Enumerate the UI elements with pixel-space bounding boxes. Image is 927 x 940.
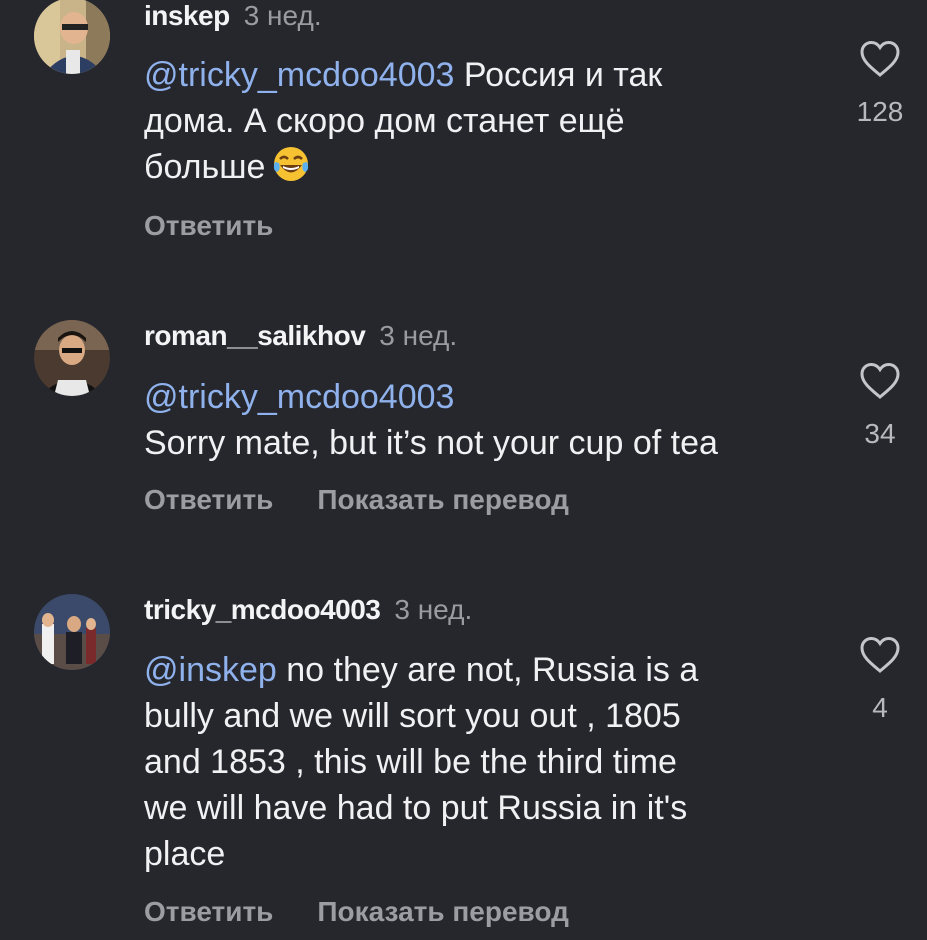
mention-link[interactable]: @inskep <box>144 651 277 689</box>
comment-line: Sorry mate, but it’s not your cup of tea <box>144 424 718 462</box>
like-count: 128 <box>856 96 904 127</box>
comment-line: дома. А скоро дом станет ещё <box>144 102 625 140</box>
comment-line: and 1853 , this will be the third time <box>144 743 677 781</box>
username[interactable]: roman__salikhov <box>144 320 366 351</box>
comment-line: we will have had to put Russia in it's <box>144 789 688 827</box>
comment-header: tricky_mcdoo4003 3 нед. <box>144 594 472 626</box>
comment-actions: Ответить Показать перевод <box>144 896 569 928</box>
show-translation-button[interactable]: Показать перевод <box>317 484 569 515</box>
like-count: 4 <box>872 692 888 723</box>
heart-icon[interactable] <box>859 362 901 400</box>
comment-text: @inskep no they are not, Russia is a bul… <box>144 647 824 877</box>
mention-link[interactable]: @tricky_mcdoo4003 <box>144 56 454 94</box>
comment-header: inskep 3 нед. <box>144 0 322 32</box>
comment-line: no they are not, Russia is a <box>286 651 699 689</box>
comment-header: roman__salikhov 3 нед. <box>144 320 457 352</box>
reply-button[interactable]: Ответить <box>144 896 273 927</box>
like-control: 34 <box>850 362 910 450</box>
heart-icon[interactable] <box>859 636 901 674</box>
timestamp: 3 нед. <box>394 594 473 625</box>
comment-actions: Ответить Показать перевод <box>144 484 569 516</box>
comment-text: @tricky_mcdoo4003 Sorry mate, but it’s n… <box>144 374 824 466</box>
comment-line: bully and we will sort you out , 1805 <box>144 697 681 735</box>
comment-line: Россия и так <box>463 56 663 94</box>
avatar[interactable] <box>34 0 110 74</box>
like-count: 34 <box>864 418 896 449</box>
show-translation-button[interactable]: Показать перевод <box>317 896 569 927</box>
username[interactable]: tricky_mcdoo4003 <box>144 594 381 625</box>
reply-button[interactable]: Ответить <box>144 210 273 241</box>
comment-line: place <box>144 835 226 873</box>
avatar[interactable] <box>34 594 110 670</box>
like-control: 4 <box>850 636 910 724</box>
reply-button[interactable]: Ответить <box>144 484 273 515</box>
timestamp: 3 нед. <box>243 0 322 31</box>
face-with-tears-of-joy-icon <box>271 144 311 184</box>
comment-line: больше <box>144 148 266 186</box>
comment-actions: Ответить <box>144 210 273 242</box>
username[interactable]: inskep <box>144 0 230 31</box>
mention-link[interactable]: @tricky_mcdoo4003 <box>144 378 454 416</box>
like-control: 128 <box>850 40 910 128</box>
heart-icon[interactable] <box>859 40 901 78</box>
timestamp: 3 нед. <box>379 320 458 351</box>
comment-text: @tricky_mcdoo4003 Россия и так дома. А с… <box>144 52 824 190</box>
avatar[interactable] <box>34 320 110 396</box>
